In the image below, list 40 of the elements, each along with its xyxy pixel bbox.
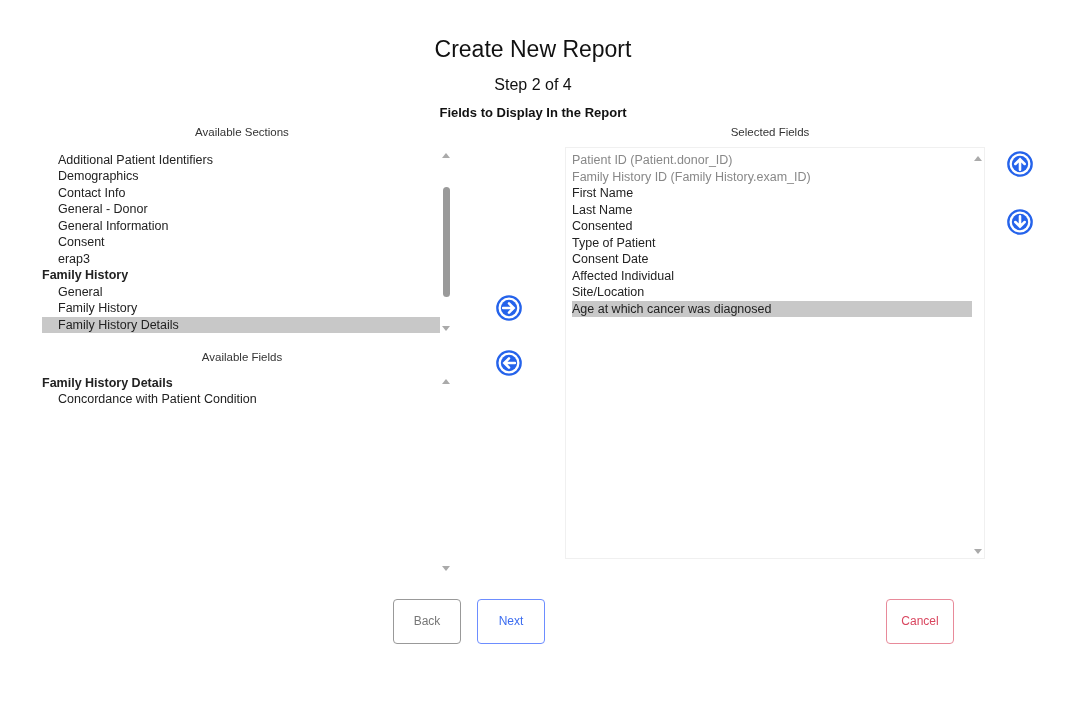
- list-item[interactable]: Additional Patient Identifiers: [42, 151, 440, 169]
- list-item[interactable]: Family History: [42, 267, 440, 284]
- step-indicator: Step 2 of 4: [494, 74, 572, 95]
- list-item[interactable]: Concordance with Patient Condition: [42, 391, 440, 408]
- list-item[interactable]: Age at which cancer was diagnosed: [572, 300, 972, 318]
- list-item[interactable]: Consent: [42, 234, 440, 251]
- list-label: Available Sections: [194, 125, 290, 140]
- list-item[interactable]: Demographics: [42, 168, 440, 185]
- cancel-button[interactable]: Cancel: [886, 598, 954, 644]
- list-item[interactable]: Consent Date: [572, 251, 972, 268]
- list-item[interactable]: Family History Details: [42, 316, 440, 334]
- move-right-button[interactable]: [494, 294, 523, 322]
- section-heading: Fields to Display In the Report: [439, 103, 627, 122]
- scroll-down-icon[interactable]: [442, 326, 450, 332]
- list-item[interactable]: Type of Patient: [572, 234, 972, 252]
- list-item[interactable]: Consented: [572, 218, 972, 235]
- move-up-button[interactable]: [1006, 150, 1034, 178]
- list-item[interactable]: General Information: [42, 217, 440, 235]
- scroll-down-icon[interactable]: [442, 565, 450, 571]
- list-item[interactable]: Site/Location: [572, 284, 972, 301]
- list-label: Selected Fields: [729, 125, 811, 140]
- next-button[interactable]: Next: [477, 598, 545, 644]
- list-item[interactable]: General: [42, 283, 440, 301]
- scroll-up-icon[interactable]: [974, 156, 982, 162]
- list-item[interactable]: Last Name: [572, 201, 972, 219]
- list-item[interactable]: Family History Details: [42, 374, 440, 391]
- scroll-down-icon[interactable]: [974, 549, 982, 555]
- scroll-up-icon[interactable]: [442, 153, 450, 159]
- scroll-up-icon[interactable]: [442, 378, 450, 384]
- move-left-button[interactable]: [494, 349, 523, 377]
- move-down-button[interactable]: [1006, 208, 1034, 236]
- list-item[interactable]: General - Donor: [42, 201, 440, 218]
- list-item[interactable]: erap3: [42, 250, 440, 268]
- list-item[interactable]: Contact Info: [42, 184, 440, 202]
- list-item[interactable]: Family History: [42, 300, 440, 317]
- list-label: Available Fields: [200, 350, 284, 366]
- list-item[interactable]: First Name: [572, 185, 972, 202]
- page-title: Create New Report: [434, 35, 632, 64]
- list-item[interactable]: Affected Individual: [572, 267, 972, 285]
- back-button[interactable]: Back: [393, 598, 461, 644]
